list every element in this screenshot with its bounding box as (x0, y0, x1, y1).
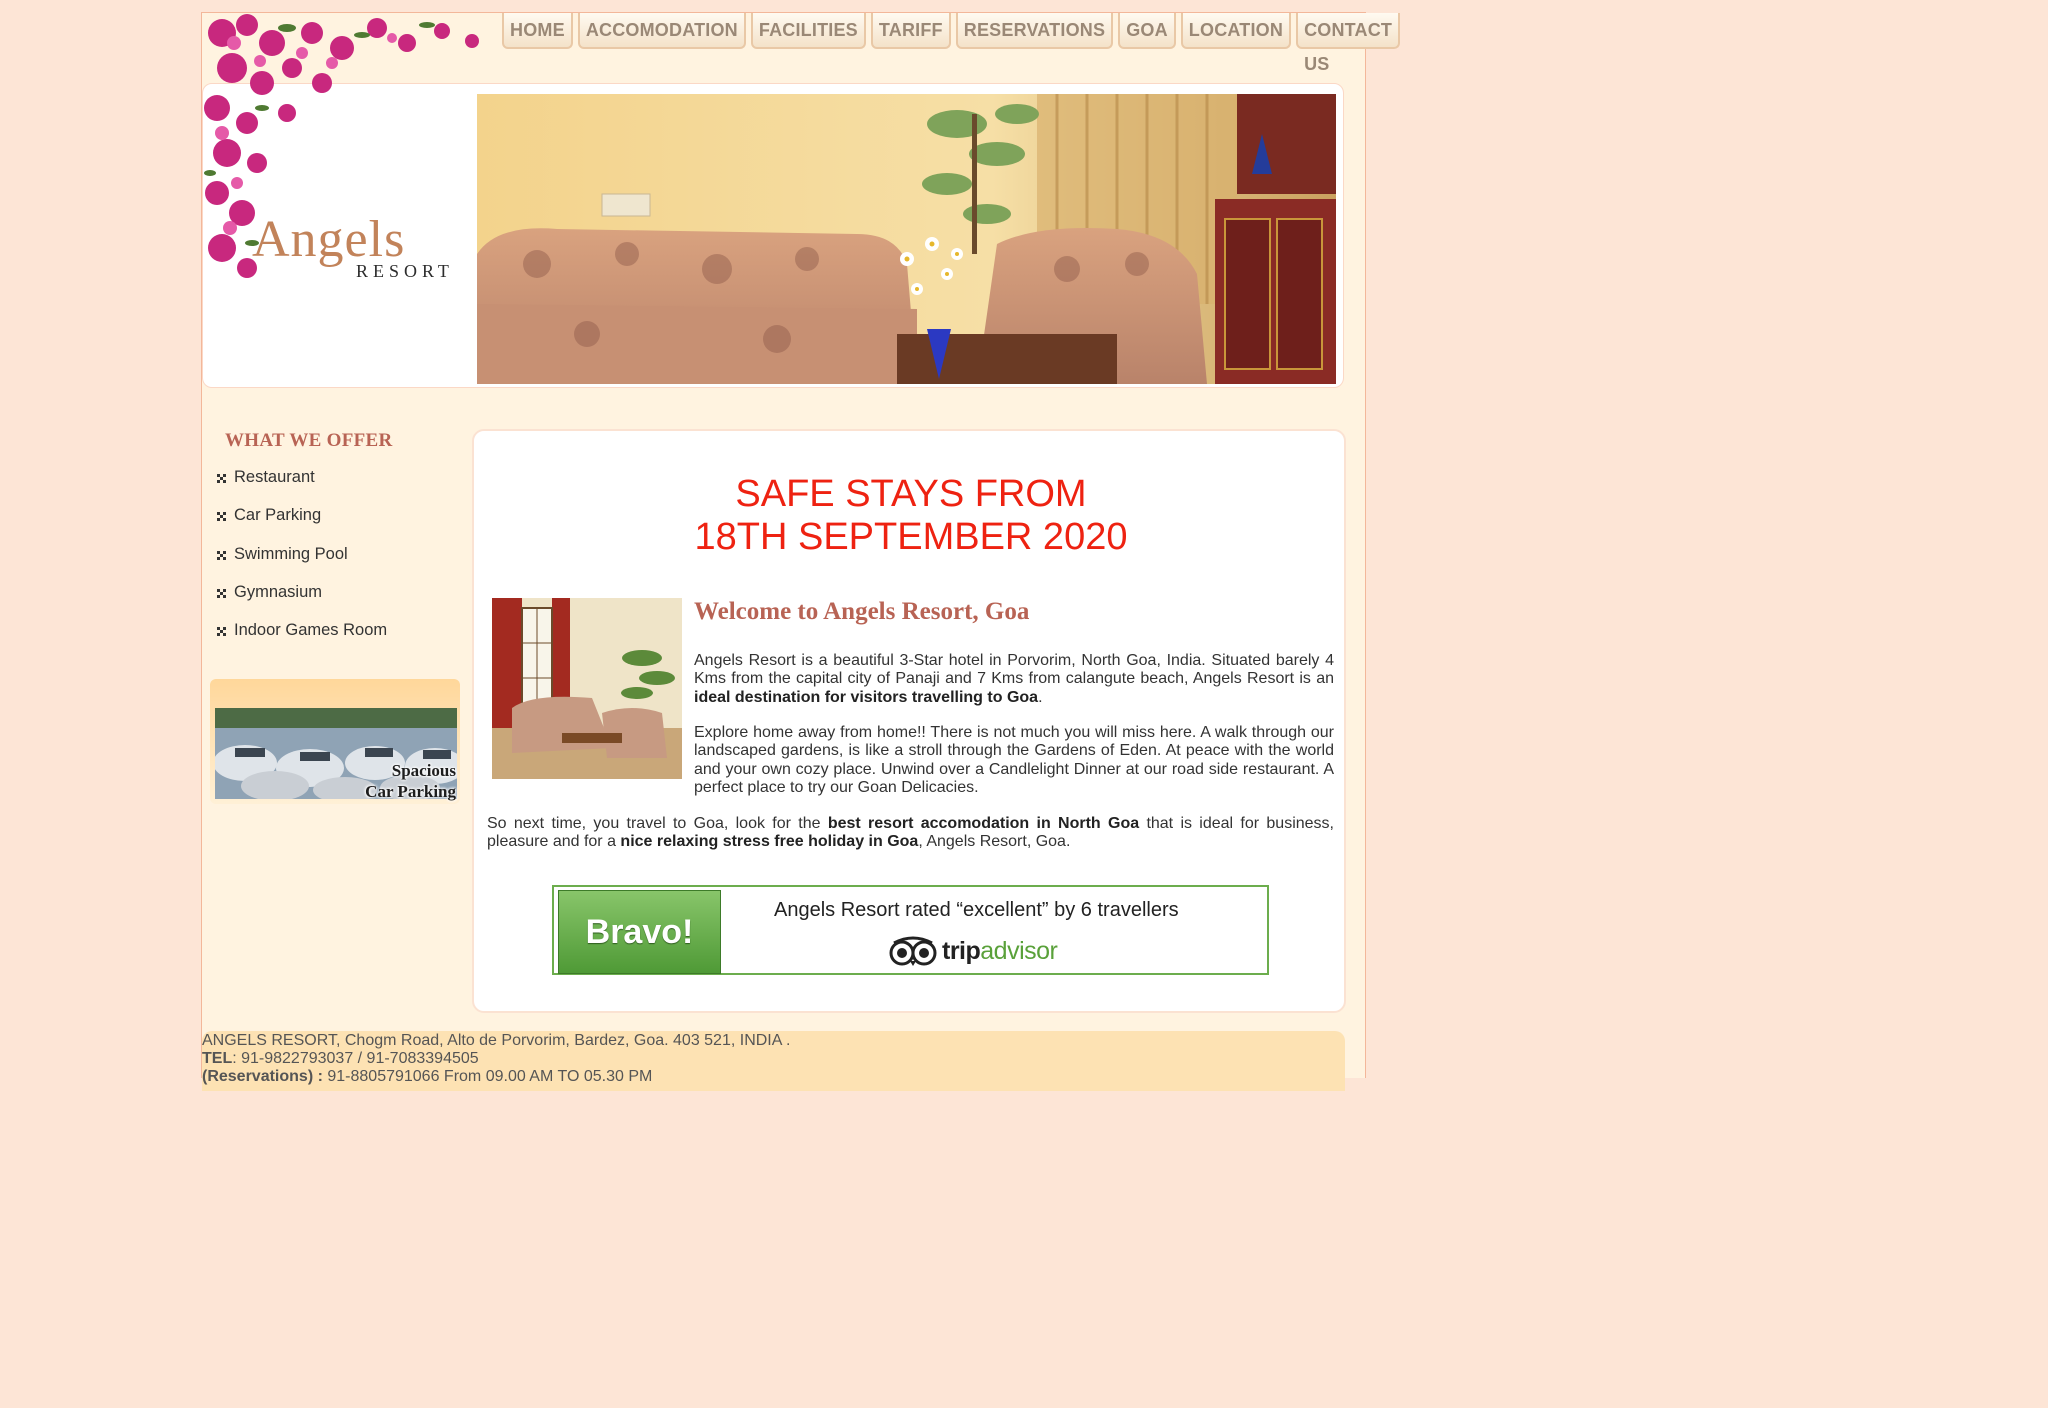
tel-label: TEL (202, 1050, 233, 1067)
parking-caption: Spacious Car Parking (365, 760, 456, 802)
holiday-highlight: nice relaxing stress free holiday in Goa (620, 833, 919, 851)
tripadvisor-badge[interactable]: Bravo! Angels Resort rated “excellent” b… (552, 885, 1269, 975)
main-content-card: SAFE STAYS FROM 18TH SEPTEMBER 2020 Welc… (472, 429, 1346, 1013)
nav-tariff[interactable]: TARIFF (870, 13, 951, 49)
reservations-label: (Reservations) : (202, 1068, 323, 1085)
safe-stays-headline: SAFE STAYS FROM 18TH SEPTEMBER 2020 (474, 473, 1348, 559)
offer-item-gymnasium[interactable]: Gymnasium (217, 583, 387, 621)
offer-item-label: Car Parking (234, 506, 322, 525)
nav-location[interactable]: LOCATION (1180, 13, 1292, 49)
tel-value: : 91-9822793037 / 91-7083394505 (232, 1050, 479, 1067)
next-time-paragraph: So next time, you travel to Goa, look fo… (487, 815, 1334, 852)
bullet-icon (217, 550, 226, 560)
offer-item-restaurant[interactable]: Restaurant (217, 468, 387, 506)
footer-address: ANGELS RESORT, Chogm Road, Alto de Porvo… (202, 1032, 791, 1049)
page-container: Angels RESORT HOME ACCOMODATION FACILITI… (201, 12, 1401, 1091)
main-nav: HOME ACCOMODATION FACILITIES TARIFF RESE… (502, 13, 1405, 74)
tripadvisor-wordmark-trip: trip (942, 936, 981, 965)
bullet-icon (217, 512, 226, 522)
parking-caption-line2: Car Parking (365, 782, 456, 801)
tripadvisor-rating-text: Angels Resort rated “excellent” by 6 tra… (774, 899, 1179, 921)
parking-promo-card[interactable]: Spacious Car Parking (210, 679, 460, 804)
tripadvisor-wordmark-advisor: advisor (980, 936, 1058, 965)
offer-item-label: Indoor Games Room (234, 621, 388, 640)
footer-telephone: TEL: 91-9822793037 / 91-7083394505 (202, 1050, 479, 1068)
nav-facilities[interactable]: FACILITIES (750, 13, 866, 49)
hotel-room-image (492, 598, 682, 779)
best-resort-highlight: best resort accomodation in North Goa (827, 815, 1140, 832)
logo-subtitle: RESORT (356, 261, 454, 281)
logo-title: Angels (252, 211, 406, 268)
nav-home[interactable]: HOME (502, 13, 573, 49)
bullet-icon (217, 627, 226, 637)
what-we-offer-heading: WHAT WE OFFER (225, 430, 393, 451)
footer: ANGELS RESORT, Chogm Road, Alto de Porvo… (202, 1031, 1345, 1091)
nav-accomodation[interactable]: ACCOMODATION (577, 13, 746, 49)
nav-reservations[interactable]: RESERVATIONS (955, 13, 1114, 49)
tripadvisor-wordmark: tripadvisor (942, 936, 1058, 966)
offer-item-indoor-games-room[interactable]: Indoor Games Room (217, 621, 387, 659)
living-room-banner-image (477, 94, 1336, 384)
offer-item-label: Gymnasium (234, 582, 323, 601)
explore-paragraph-top: Explore home away from home!! There is n… (694, 724, 1334, 797)
offer-item-label: Swimming Pool (234, 544, 348, 563)
offer-item-swimming-pool[interactable]: Swimming Pool (217, 545, 387, 583)
parking-caption-line1: Spacious (391, 761, 456, 780)
welcome-heading: Welcome to Angels Resort, Goa (694, 598, 1030, 625)
bravo-badge: Bravo! (558, 890, 721, 974)
headline-line2: 18TH SEPTEMBER 2020 (694, 516, 1128, 558)
tripadvisor-logo: tripadvisor (888, 935, 1058, 967)
footer-reservations: (Reservations) : 91-8805791066 From 09.0… (202, 1068, 652, 1086)
intro-paragraph: Angels Resort is a beautiful 3-Star hote… (694, 652, 1334, 707)
intro-text: Angels Resort is a beautiful 3-Star hote… (694, 652, 1334, 688)
tripadvisor-owl-icon (889, 936, 937, 966)
nav-goa[interactable]: GOA (1118, 13, 1176, 49)
offer-item-car-parking[interactable]: Car Parking (217, 506, 387, 544)
offer-list: Restaurant Car Parking Swimming Pool Gym… (217, 468, 387, 659)
offer-item-label: Restaurant (234, 468, 315, 486)
intro-end: . (1038, 688, 1043, 706)
headline-line1: SAFE STAYS FROM (735, 473, 1087, 515)
next-time-text: So next time, you travel to Goa, look fo… (487, 815, 828, 832)
reservations-value: 91-8805791066 From 09.00 AM TO 05.30 PM (322, 1068, 653, 1085)
bullet-icon (217, 588, 226, 598)
nav-contact-us[interactable]: CONTACT US (1296, 13, 1401, 74)
intro-highlight: ideal destination for visitors travellin… (694, 688, 1039, 706)
bullet-icon (217, 474, 226, 483)
resort-logo[interactable]: Angels RESORT (252, 213, 454, 282)
next-time-end: , Angels Resort, Goa. (918, 833, 1071, 851)
explore-text: Explore home away from home!! There is n… (694, 724, 1334, 796)
